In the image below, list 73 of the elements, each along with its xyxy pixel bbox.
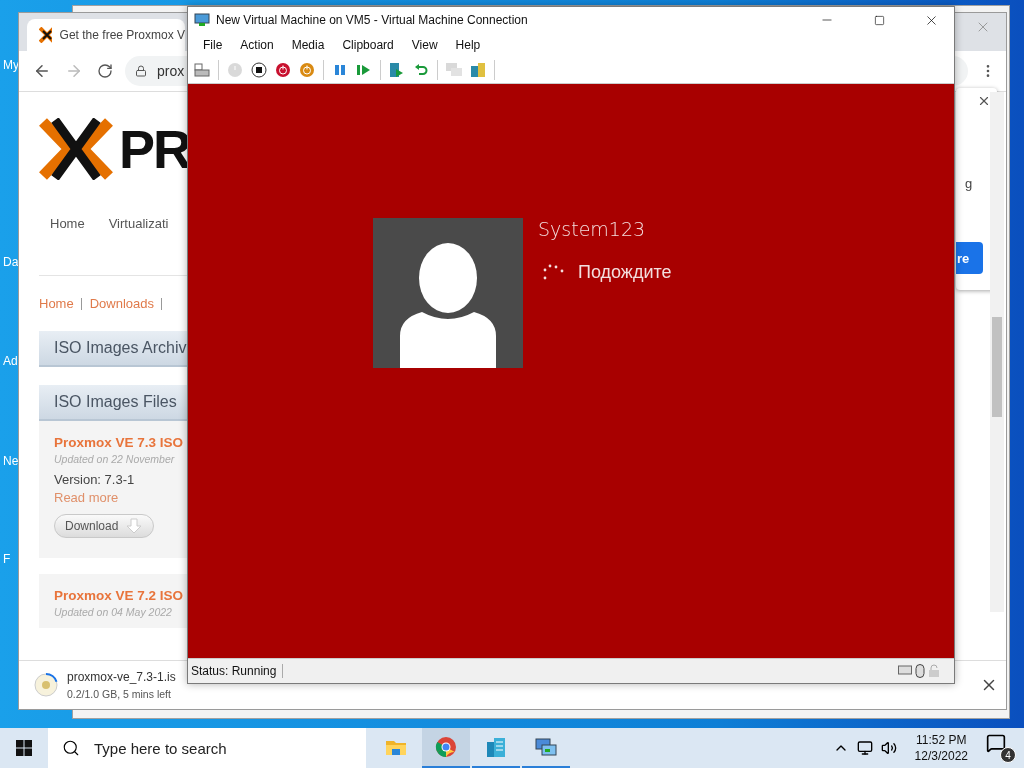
nav-link[interactable]: Home xyxy=(50,216,85,231)
checkpoint-icon xyxy=(389,62,405,78)
browser-icon xyxy=(435,736,457,758)
section-header: ISO Images Archiv xyxy=(39,331,190,367)
server-icon xyxy=(485,736,507,758)
volume-icon[interactable] xyxy=(880,740,897,756)
logo-icon xyxy=(39,118,113,180)
desktop-icon-label: Ne xyxy=(3,454,19,468)
desktop-icon-label: Ad xyxy=(3,354,18,368)
popup-button[interactable]: re xyxy=(956,242,983,274)
scrollbar[interactable] xyxy=(990,92,1004,612)
toolbar-button[interactable] xyxy=(249,60,269,80)
stop-icon xyxy=(251,62,267,78)
menu-item[interactable]: View xyxy=(402,38,447,52)
section-header: ISO Images Files xyxy=(39,385,190,421)
keyboard-icon xyxy=(194,63,210,77)
taskbar-app[interactable] xyxy=(422,728,470,768)
monitor-icon xyxy=(194,13,210,27)
mouse-icon xyxy=(915,664,925,678)
arrow-right-icon xyxy=(65,62,83,80)
popup-text: g xyxy=(965,176,973,191)
search-input[interactable]: Type here to search xyxy=(92,738,346,758)
notifications-button[interactable]: 4 xyxy=(986,733,1016,763)
status-message: Подождите xyxy=(578,262,672,283)
desktop-icon-label: Da xyxy=(3,255,19,269)
user-name: System123 xyxy=(538,218,647,240)
search-field[interactable]: Type here to search xyxy=(48,728,366,768)
disc-icon xyxy=(33,672,59,698)
nav-link[interactable]: Virtualizati xyxy=(108,216,169,231)
updated-date: Updated on 22 November xyxy=(54,453,176,465)
power-icon xyxy=(299,62,315,78)
logo-icon xyxy=(39,27,52,43)
windows-logo-icon xyxy=(16,740,32,756)
clock[interactable]: 11:52 PM 12/3/2022 xyxy=(914,733,968,763)
reload-button[interactable] xyxy=(95,61,115,81)
menu-item[interactable]: Media xyxy=(282,38,334,52)
close-icon xyxy=(977,94,991,108)
file-name[interactable]: proxmox-ve_7.3-1.is xyxy=(67,670,176,684)
download-button[interactable]: Download xyxy=(54,514,154,538)
server-icon xyxy=(470,62,486,78)
separator-icon xyxy=(161,297,163,310)
window-title: New Virtual Machine on VM5 - Virtual Machine Connection xyxy=(216,13,529,27)
power-icon xyxy=(227,62,243,78)
menu-item[interactable]: Clipboard xyxy=(333,38,403,52)
search-icon xyxy=(62,739,80,757)
lock-icon xyxy=(135,65,147,77)
separator-icon xyxy=(80,297,83,310)
download-arrow-icon xyxy=(126,518,143,534)
monitors-icon xyxy=(445,62,463,78)
menu-item[interactable]: File xyxy=(194,38,232,52)
spinner-icon xyxy=(542,263,564,282)
lock-icon xyxy=(928,664,940,678)
power-icon xyxy=(275,62,291,78)
play-icon xyxy=(356,63,372,77)
maximize-icon xyxy=(873,14,885,26)
keyboard-icon xyxy=(898,664,912,676)
reload-icon xyxy=(97,63,113,79)
monitor-icon xyxy=(535,737,557,757)
folder-icon xyxy=(385,738,407,756)
version-text: Version: 7.3-1 xyxy=(54,472,136,487)
status-text: Status: Running xyxy=(188,664,284,678)
network-icon[interactable] xyxy=(856,740,873,756)
pause-icon xyxy=(333,63,347,77)
logo-text: PR xyxy=(119,122,190,176)
updated-date: Updated on 04 May 2022 xyxy=(54,606,173,618)
message-icon xyxy=(986,733,1006,753)
menu-item[interactable]: Action xyxy=(231,38,283,52)
download-progress: 0.2/1.0 GB, 5 mins left xyxy=(67,688,171,700)
desktop-icon-label: F xyxy=(3,552,11,566)
desktop-icon-label: My xyxy=(3,58,19,72)
menu-item[interactable]: Help xyxy=(446,38,490,52)
undo-icon xyxy=(414,63,428,77)
browser-tab[interactable]: Get the free Proxmox V xyxy=(27,19,185,51)
